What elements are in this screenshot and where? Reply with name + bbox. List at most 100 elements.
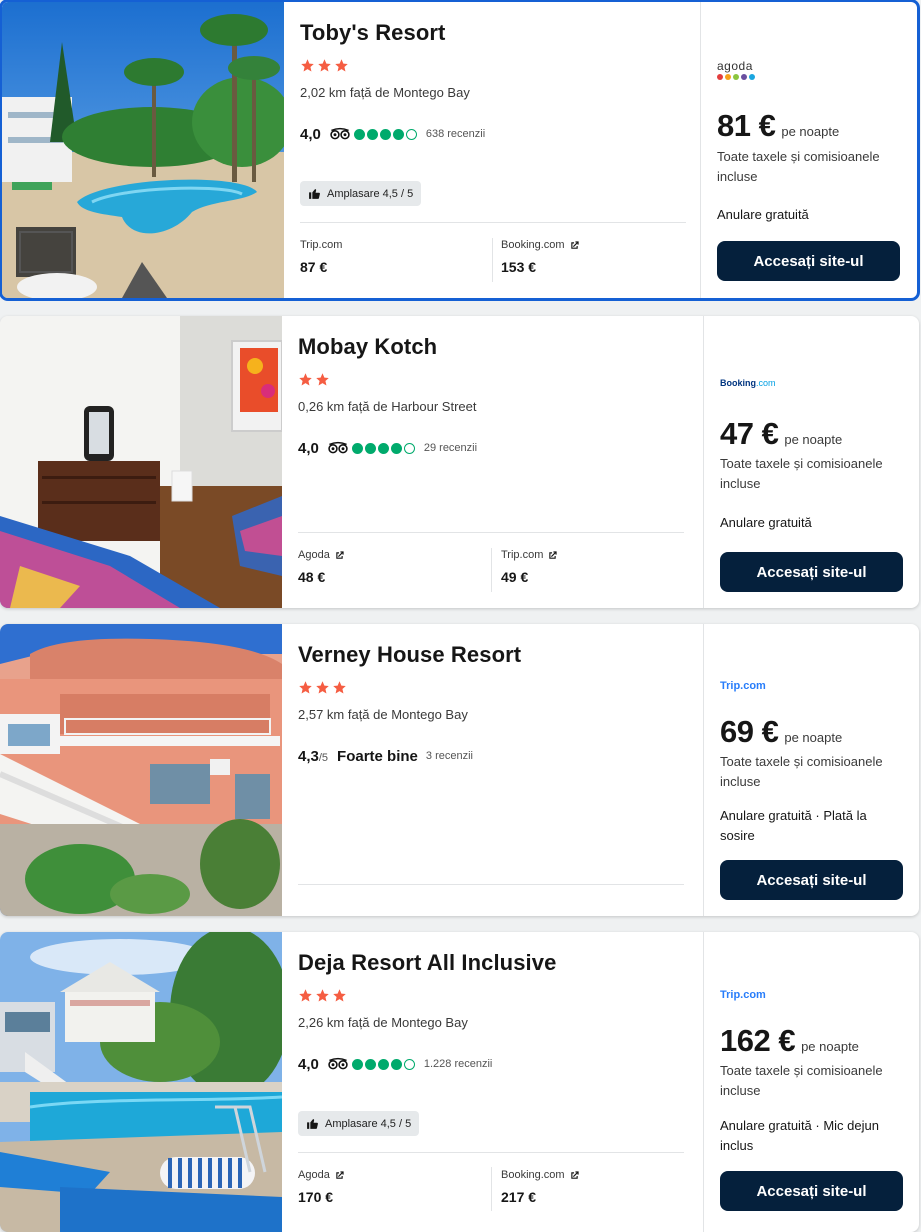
rating-bubble [364,1058,376,1070]
agoda-logo-text: agoda [717,59,753,73]
hotel-photo[interactable] [0,624,282,916]
hotel-photo[interactable] [0,932,282,1232]
booking-logo: Booking.com [720,378,776,388]
provider-price: 48 € [298,569,326,585]
review-count[interactable]: 3 recenzii [426,750,473,762]
go-to-site-button[interactable]: Accesați site-ul [720,860,903,900]
booking-logo-suffix: .com [756,378,776,388]
hotel-name[interactable]: Toby's Resort [300,20,445,46]
star-icon [333,989,346,1002]
tripadvisor-icon [328,1057,348,1070]
go-to-site-button[interactable]: Accesați site-ul [720,552,903,592]
provider-price: 49 € [501,569,529,585]
provider-price: 153 € [501,259,537,275]
trip-com-logo: Trip.com [720,989,766,1001]
rating-bubble [351,1058,363,1070]
star-rating [298,680,347,696]
star-rating [298,372,330,388]
divider [491,1167,492,1211]
provider-offer[interactable]: Trip.com 49 € [501,549,681,585]
provider-offer[interactable]: Booking.com 217 € [501,1169,681,1205]
best-deal-panel: Trip.com 162 € pe noapte Toate taxele și… [703,932,919,1232]
rating-bubble [405,128,417,140]
external-link-icon [336,550,344,559]
rating-bubble [390,1058,402,1070]
best-deal-panel: Trip.com 69 € pe noapte Toate taxele și … [703,624,919,916]
deal-price: 81 € pe noapte [717,108,839,144]
rating-bubble [377,442,389,454]
rating-bubble [379,128,391,140]
provider-offer[interactable]: Booking.com 153 € [501,239,681,275]
thumbs-up-icon [307,1119,318,1129]
hotel-distance: 2,26 km față de Montego Bay [298,1015,468,1030]
rating-score: 4,0 [300,125,321,143]
hotel-card[interactable]: Deja Resort All Inclusive 2,26 km față d… [0,932,919,1232]
review-rating: 4,0 29 recenzii [298,438,477,458]
taxes-note: Toate taxele și comisioanele incluse [720,1063,883,1098]
provider-offer[interactable]: Trip.com 87 € [300,239,480,275]
provider-name: Booking.com [501,239,565,251]
external-link-icon [570,1170,579,1179]
provider-offer[interactable]: Agoda 170 € [298,1169,478,1205]
star-rating [300,58,349,74]
badge-label: Amplasare 4,5 / 5 [327,187,414,200]
cancellation-note: Anulare gratuită [720,515,812,530]
divider [298,1152,684,1153]
go-to-site-button[interactable]: Accesați site-ul [720,1171,903,1211]
rating-score: 4,3/5 [298,748,328,765]
provider-price: 170 € [298,1189,334,1205]
rating-bubble [351,442,363,454]
hotel-name[interactable]: Verney House Resort [298,642,521,668]
price-value: 69 € [720,714,779,749]
cancellation-note: Anulare gratuită [717,207,809,222]
hotel-card[interactable]: Mobay Kotch 0,26 km față de Harbour Stre… [0,316,919,608]
per-night-label: pe noapte [784,730,843,745]
location-badge: Amplasare 4,5 / 5 [300,181,422,206]
hotel-card[interactable]: Toby's Resort 2,02 km față de Montego Ba… [0,0,919,300]
hotel-distance: 0,26 km față de Harbour Street [298,399,477,414]
rating-score-value: 4,3 [298,747,319,765]
per-night-label: pe noapte [801,1039,859,1054]
taxes-note: Toate taxele și comisioanele incluse [720,456,883,491]
review-count[interactable]: 29 recenzii [424,442,477,454]
hotel-name[interactable]: Deja Resort All Inclusive [298,950,556,976]
external-link-icon [570,240,579,249]
hotel-name[interactable]: Mobay Kotch [298,334,437,360]
cancellation-note: Anulare gratuită · Mic dejun inclus [720,1118,879,1153]
thumbs-up-icon [309,189,320,199]
deal-price: 69 € pe noapte [720,714,842,750]
resort-pool-image [0,932,282,1232]
rating-bubble [366,128,378,140]
deal-price: 47 € pe noapte [720,416,842,452]
go-to-site-button[interactable]: Accesați site-ul [717,241,900,281]
rating-bubble [403,1058,415,1070]
hotel-photo[interactable] [0,316,282,608]
cancellation-note: Anulare gratuită · Plată la sosire [720,808,867,843]
provider-name: Agoda [298,1169,330,1181]
taxes-note: Toate taxele și comisioanele incluse [720,754,883,789]
hotel-info: Toby's Resort 2,02 km față de Montego Ba… [300,2,690,298]
badge-label: Amplasare 4,5 / 5 [325,1117,412,1130]
resort-pool-image [2,2,284,298]
hotel-card[interactable]: Verney House Resort 2,57 km față de Mont… [0,624,919,916]
provider-offer[interactable]: Agoda 48 € [298,549,478,585]
review-count[interactable]: 638 recenzii [426,128,485,140]
rating-bubble [390,442,402,454]
review-count[interactable]: 1.228 recenzii [424,1058,493,1070]
divider [300,222,686,223]
hotel-photo[interactable] [2,2,284,298]
star-icon [301,59,314,72]
hotel-info: Deja Resort All Inclusive 2,26 km față d… [298,932,688,1232]
provider-name: Booking.com [501,1169,565,1181]
external-link-icon [549,550,557,559]
price-value: 162 € [720,1023,796,1058]
rating-score: 4,0 [298,439,319,457]
star-icon [333,681,346,694]
rating-verbal: Foarte bine [337,747,418,765]
star-icon [316,373,329,386]
taxes-note: Toate taxele și comisioanele incluse [717,149,880,184]
location-badge: Amplasare 4,5 / 5 [298,1111,420,1136]
rating-score-scale: /5 [318,751,329,764]
provider-name: Trip.com [300,239,343,251]
hotel-info: Verney House Resort 2,57 km față de Mont… [298,624,688,916]
